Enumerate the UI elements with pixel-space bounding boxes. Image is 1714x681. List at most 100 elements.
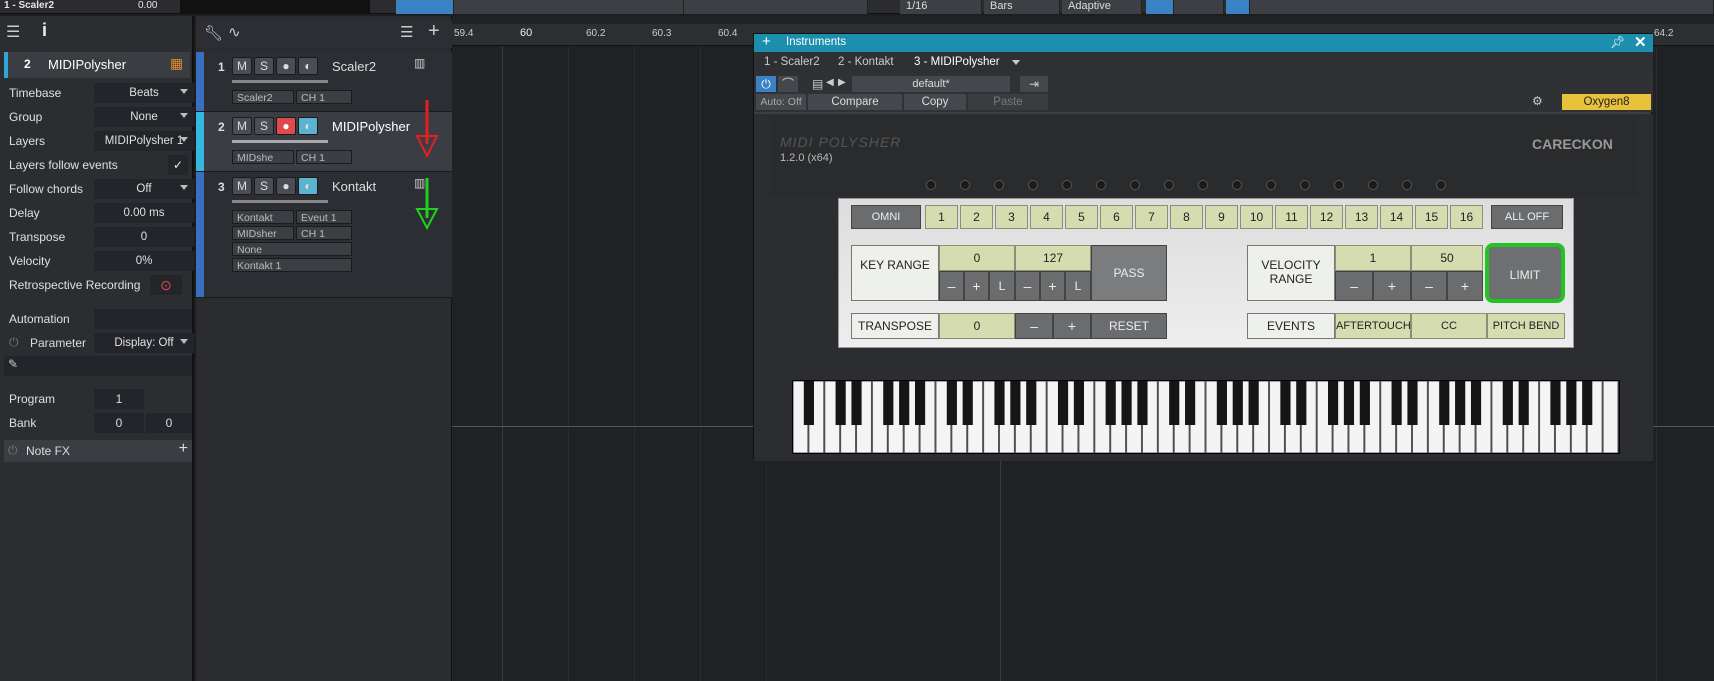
black-key[interactable] [1582,381,1593,425]
tab-midipolysher[interactable]: 3 - MIDIPolysher [914,56,1000,68]
timebase-select[interactable]: Bars [984,0,1060,14]
power-icon[interactable]: ⏻ [8,443,18,458]
add-icon[interactable]: + [762,33,771,50]
black-key[interactable] [1105,381,1116,425]
input-select[interactable]: MIDshe [232,150,294,164]
tool-select-button[interactable] [396,0,454,14]
black-key[interactable] [1121,381,1132,425]
channel-select[interactable]: CH 1 [296,90,352,104]
inspector-track-header[interactable]: 2 MIDIPolysher ▦ [4,52,190,78]
black-key[interactable] [1407,381,1418,425]
omni-button[interactable]: OMNI [851,205,921,229]
piano-keyboard[interactable] [792,380,1620,454]
black-key[interactable] [1327,381,1339,425]
black-key[interactable] [803,381,814,425]
link-icon[interactable]: ⌒ [778,76,798,92]
retro-record-button[interactable]: ⊙ [150,275,182,295]
black-key[interactable] [1137,381,1148,425]
monitor-button[interactable]: ◐ [298,117,318,135]
black-key[interactable] [914,381,926,425]
black-key[interactable] [1296,381,1307,425]
mute-button[interactable]: M [232,117,252,135]
export-icon[interactable]: ⇥ [1020,76,1048,92]
velocity-low-minus-button[interactable]: – [1335,271,1373,301]
velocity-high-minus-button[interactable]: – [1411,271,1447,301]
record-button[interactable]: ● [276,177,296,195]
reset-button[interactable]: RESET [1091,313,1167,339]
display-select[interactable]: Display: Off [94,333,194,353]
all-off-button[interactable]: ALL OFF [1491,205,1563,229]
channel-select[interactable]: CH 1 [296,150,352,164]
close-icon[interactable]: ✕ [1634,33,1647,51]
channel-button-13[interactable]: 13 [1345,205,1378,229]
record-button[interactable]: ● [276,57,296,75]
black-key[interactable] [1391,381,1402,425]
window-title-bar[interactable]: + Instruments 📌︎ ✕ [754,33,1653,52]
preset-icon[interactable]: ▤ [812,77,823,91]
black-key[interactable] [1185,381,1196,425]
menu-icon[interactable]: ☰ [6,22,20,42]
pass-button[interactable]: PASS [1091,245,1167,301]
piano-keys[interactable] [792,380,1619,454]
black-key[interactable] [1010,381,1021,425]
quantize-select[interactable]: 1/16 [900,0,982,14]
channel-button-8[interactable]: 8 [1170,205,1203,229]
paste-button[interactable]: Paste [968,94,1048,110]
black-key[interactable] [1502,381,1513,425]
black-key[interactable] [1026,381,1037,425]
white-key[interactable] [1602,380,1619,454]
channel-button-15[interactable]: 15 [1415,205,1448,229]
program-value[interactable]: 1 [94,389,144,409]
record-button[interactable]: ● [276,117,296,135]
key-low-value[interactable]: 0 [939,245,1015,271]
layers-follow-checkbox[interactable]: ✓ [168,155,188,175]
device-label[interactable]: Oxygen8 [1562,94,1651,110]
key-high-plus-button[interactable]: + [1040,271,1065,301]
bank-msb[interactable]: 0 [94,413,144,433]
keyboard-icon[interactable]: ▦ [170,55,183,72]
black-key[interactable] [1057,381,1069,425]
solo-button[interactable]: S [254,117,274,135]
mute-button[interactable]: M [232,177,252,195]
transpose-value[interactable]: 0 [939,313,1015,339]
add-track-icon[interactable]: + [428,20,440,43]
transpose-plus-button[interactable]: + [1053,313,1091,339]
black-key[interactable] [1470,381,1482,425]
black-key[interactable] [1248,381,1259,425]
preset-select[interactable]: default* [852,76,1010,92]
black-key[interactable] [1073,381,1085,425]
add-icon[interactable]: + [179,440,188,458]
key-high-value[interactable]: 127 [1015,245,1091,271]
velocity-high-value[interactable]: 50 [1411,245,1483,271]
event-select[interactable]: Eveut 1 [296,210,352,224]
black-key[interactable] [851,381,862,425]
snap-toggle[interactable] [1146,0,1174,14]
black-key[interactable] [1566,381,1577,425]
black-key[interactable] [946,381,957,425]
black-key[interactable] [835,381,846,425]
compare-button[interactable]: Compare [808,94,902,110]
black-key[interactable] [1280,381,1291,425]
inspector-track-name[interactable]: MIDIPolysher [48,57,126,72]
instrument-select[interactable]: Kontakt 1 [232,258,352,272]
output-select[interactable]: Kontakt [232,210,294,224]
position-value[interactable]: 0.00 [138,0,157,11]
aftertouch-button[interactable]: AFTERTOUCH [1335,313,1411,339]
black-key[interactable] [994,381,1005,425]
mute-button[interactable]: M [232,57,252,75]
bank-lsb[interactable]: 0 [146,413,192,433]
channel-button-6[interactable]: 6 [1100,205,1133,229]
channel-button-16[interactable]: 16 [1450,205,1483,229]
limit-button[interactable]: LIMIT [1485,243,1565,303]
list-icon[interactable]: ☰ [400,23,413,41]
transpose-minus-button[interactable]: – [1015,313,1053,339]
black-key[interactable] [1439,381,1450,425]
black-key[interactable] [1232,381,1243,425]
channel-button-9[interactable]: 9 [1205,205,1238,229]
volume-bar[interactable] [232,140,328,143]
velocity-value[interactable]: 0% [94,251,194,271]
channel-button-4[interactable]: 4 [1030,205,1063,229]
tool-palette[interactable] [454,0,684,14]
follow-chords-value[interactable]: Off [94,179,194,199]
black-key[interactable] [1216,381,1227,425]
